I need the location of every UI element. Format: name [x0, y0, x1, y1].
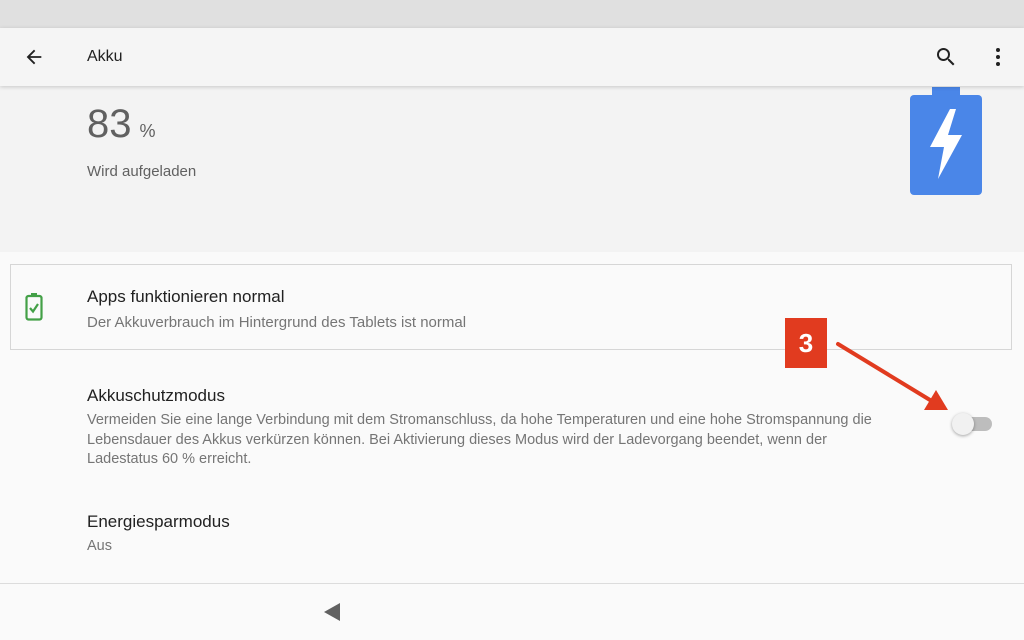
toggle-thumb [952, 413, 974, 435]
annotation-step-badge: 3 [785, 318, 827, 368]
charging-status: Wird aufgeladen [87, 163, 197, 180]
search-button[interactable] [930, 41, 962, 73]
more-options-button[interactable] [982, 41, 1014, 73]
setting-description: Vermeiden Sie eine lange Verbindung mit … [87, 412, 872, 467]
battery-protection-toggle[interactable] [952, 412, 994, 436]
nav-back-triangle-icon [324, 603, 340, 621]
annotation-arrow-icon [836, 342, 948, 410]
setting-title: Energiesparmodus [87, 512, 230, 531]
more-vert-icon [996, 48, 1000, 66]
navigation-bar [0, 584, 1024, 640]
back-button[interactable] [18, 41, 50, 73]
battery-percentage: 83% [87, 102, 156, 147]
setting-value: Aus [87, 538, 112, 554]
nav-back-button[interactable] [316, 598, 348, 626]
status-card-title: Apps funktionieren normal [87, 287, 285, 306]
page-title: Akku [87, 48, 123, 65]
setting-power-saving[interactable]: Energiesparmodus Aus [0, 494, 1024, 574]
battery-percent-unit: % [139, 121, 156, 141]
app-bar: Akku [0, 28, 1024, 86]
battery-percent-value: 83 [87, 102, 132, 146]
arrow-left-icon [26, 49, 42, 65]
status-card-subtitle: Der Akkuverbrauch im Hintergrund des Tab… [87, 314, 467, 331]
setting-title: Akkuschutzmodus [87, 386, 225, 405]
status-bar [0, 0, 1024, 28]
battery-check-icon [25, 293, 43, 321]
search-icon [937, 48, 955, 66]
battery-header: 83% Wird aufgeladen [0, 86, 1024, 252]
battery-charging-icon [910, 87, 982, 195]
